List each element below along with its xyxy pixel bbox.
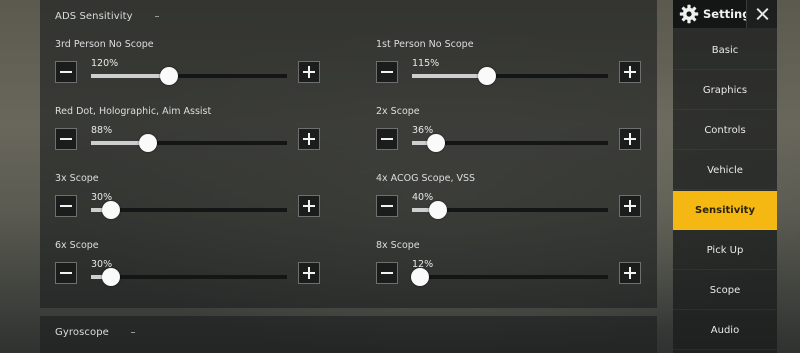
increase-button[interactable] xyxy=(619,262,641,284)
decrease-button[interactable] xyxy=(55,61,77,83)
plus-icon xyxy=(299,263,319,283)
minus-icon xyxy=(56,263,76,283)
plus-icon xyxy=(620,62,640,82)
slider-fill xyxy=(91,74,170,78)
sidebar-item-sensitivity[interactable]: Sensitivity xyxy=(673,191,777,230)
slider-label: 2x Scope xyxy=(376,106,420,117)
sensitivity-slider[interactable] xyxy=(410,268,608,286)
sensitivity-slider[interactable] xyxy=(91,67,287,85)
sidebar-item-audio[interactable]: Audio xyxy=(673,311,777,350)
decrease-button[interactable] xyxy=(55,128,77,150)
slider-label: 8x Scope xyxy=(376,240,420,251)
plus-icon xyxy=(620,263,640,283)
sidebar-item-vehicle[interactable]: Vehicle xyxy=(673,151,777,190)
slider-value: 115% xyxy=(412,58,440,69)
slider-thumb[interactable] xyxy=(429,201,448,219)
minus-icon xyxy=(377,196,397,216)
decrease-button[interactable] xyxy=(376,61,398,83)
sensitivity-slider[interactable] xyxy=(91,134,287,152)
sensitivity-slider[interactable] xyxy=(91,201,287,219)
minus-icon xyxy=(56,62,76,82)
ads-sensitivity-header: ADS Sensitivity xyxy=(55,11,159,22)
increase-button[interactable] xyxy=(298,128,320,150)
slider-label: 3x Scope xyxy=(55,173,99,184)
increase-button[interactable] xyxy=(298,61,320,83)
minus-icon xyxy=(56,196,76,216)
slider-label: Red Dot, Holographic, Aim Assist xyxy=(55,106,212,117)
increase-button[interactable] xyxy=(619,128,641,150)
decrease-button[interactable] xyxy=(376,262,398,284)
decrease-button[interactable] xyxy=(55,195,77,217)
increase-button[interactable] xyxy=(619,195,641,217)
plus-icon xyxy=(299,129,319,149)
section-tick xyxy=(130,331,135,333)
slider-value: 40% xyxy=(412,192,434,203)
sidebar-item-basic[interactable]: Basic xyxy=(673,31,777,70)
slider-thumb[interactable] xyxy=(478,67,497,85)
minus-icon xyxy=(56,129,76,149)
sensitivity-slider[interactable] xyxy=(91,268,287,286)
slider-label: 4x ACOG Scope, VSS xyxy=(376,173,476,184)
slider-value: 36% xyxy=(412,125,434,136)
increase-button[interactable] xyxy=(298,262,320,284)
ads-sensitivity-title: ADS Sensitivity xyxy=(55,11,133,22)
slider-thumb[interactable] xyxy=(101,268,120,286)
slider-thumb[interactable] xyxy=(426,134,445,152)
slider-thumb[interactable] xyxy=(410,268,429,286)
close-icon[interactable] xyxy=(746,0,777,28)
decrease-button[interactable] xyxy=(376,195,398,217)
slider-value: 88% xyxy=(91,125,113,136)
gear-icon xyxy=(679,4,699,24)
slider-value: 30% xyxy=(91,259,113,270)
increase-button[interactable] xyxy=(298,195,320,217)
slider-value: 30% xyxy=(91,192,113,203)
section-tick xyxy=(154,15,159,17)
slider-label: 1st Person No Scope xyxy=(376,39,474,50)
sensitivity-slider[interactable] xyxy=(412,134,608,152)
decrease-button[interactable] xyxy=(376,128,398,150)
minus-icon xyxy=(377,129,397,149)
plus-icon xyxy=(299,62,319,82)
plus-icon xyxy=(620,129,640,149)
slider-label: 3rd Person No Scope xyxy=(55,39,154,50)
increase-button[interactable] xyxy=(619,61,641,83)
slider-value: 120% xyxy=(91,58,119,69)
plus-icon xyxy=(620,196,640,216)
plus-icon xyxy=(299,196,319,216)
gyroscope-header: Gyroscope xyxy=(55,327,135,338)
sensitivity-slider[interactable] xyxy=(412,201,608,219)
slider-thumb[interactable] xyxy=(101,201,120,219)
slider-label: 6x Scope xyxy=(55,240,99,251)
sidebar-item-pick-up[interactable]: Pick Up xyxy=(673,231,777,270)
minus-icon xyxy=(377,263,397,283)
minus-icon xyxy=(377,62,397,82)
slider-fill xyxy=(412,74,488,78)
sidebar-item-controls[interactable]: Controls xyxy=(673,111,777,150)
sidebar-item-graphics[interactable]: Graphics xyxy=(673,71,777,110)
decrease-button[interactable] xyxy=(55,262,77,284)
sensitivity-slider[interactable] xyxy=(412,67,608,85)
gyroscope-title: Gyroscope xyxy=(55,327,109,338)
sidebar-item-scope[interactable]: Scope xyxy=(673,271,777,310)
slider-value: 12% xyxy=(412,259,434,270)
